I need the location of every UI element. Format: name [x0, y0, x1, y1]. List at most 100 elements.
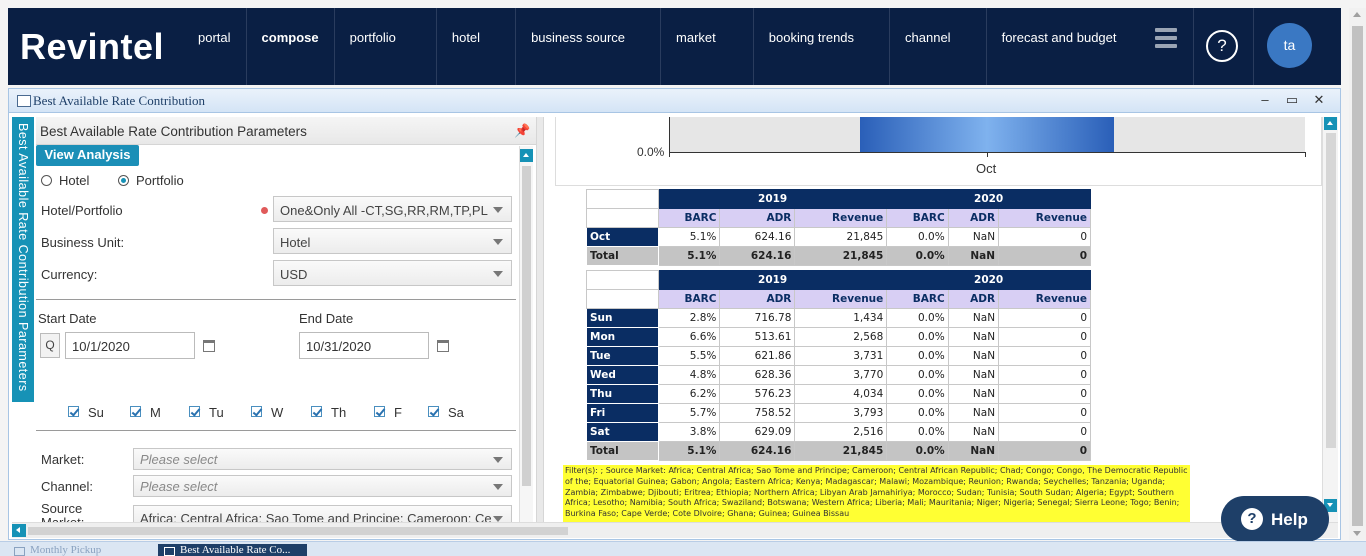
checkbox-tuesday[interactable]: Tu: [189, 405, 224, 420]
nav-hotel[interactable]: hotel: [437, 8, 517, 85]
table-cell: 5.1%: [657, 441, 721, 461]
table-cell: 624.16: [719, 441, 796, 461]
nav-market[interactable]: market: [661, 8, 754, 85]
table-cell: 0: [998, 308, 1091, 328]
currency-select[interactable]: USD: [273, 260, 512, 286]
column-header: ADR: [719, 208, 796, 228]
task-monthly-pickup[interactable]: Monthly Pickup: [8, 544, 148, 556]
calendar-icon[interactable]: [437, 340, 449, 352]
panel-splitter[interactable]: [536, 117, 544, 522]
help-button[interactable]: ? Help: [1221, 496, 1329, 542]
chart-y-tick-label: 0.0%: [637, 145, 665, 159]
logo[interactable]: Revintel: [20, 26, 164, 68]
market-placeholder: Please select: [140, 452, 218, 467]
column-header: BARC: [657, 208, 721, 228]
checkbox-checked-icon[interactable]: [251, 406, 262, 417]
table-cell: 0: [998, 441, 1091, 461]
page-scrollbar[interactable]: [1349, 8, 1366, 540]
help-question-icon: ?: [1241, 508, 1263, 530]
table-cell: 0.0%: [886, 227, 949, 247]
nav-portfolio[interactable]: portfolio: [335, 8, 437, 85]
table-cell: 1,434: [794, 308, 888, 328]
user-avatar[interactable]: ta: [1267, 23, 1312, 68]
checkbox-friday[interactable]: F: [374, 405, 402, 420]
checkbox-thursday[interactable]: Th: [311, 405, 346, 420]
radio-dot[interactable]: [118, 175, 129, 186]
table-column-row: BARC ADR Revenue BARC ADR Revenue: [586, 289, 1091, 309]
params-vertical-tab[interactable]: Best Available Rate Contribution Paramet…: [12, 117, 34, 402]
radio-dot[interactable]: [41, 175, 52, 186]
table-cell: 21,845: [794, 246, 888, 266]
checkbox-saturday[interactable]: Sa: [428, 405, 464, 420]
checkbox-wednesday[interactable]: W: [251, 405, 283, 420]
checkbox-checked-icon[interactable]: [374, 406, 385, 417]
quarter-button[interactable]: Q: [40, 333, 60, 358]
checkbox-checked-icon[interactable]: [311, 406, 322, 417]
nav-business-source[interactable]: business source: [516, 8, 662, 85]
business-unit-select[interactable]: Hotel: [273, 228, 512, 254]
window-report-icon: [164, 547, 175, 556]
column-header: BARC: [886, 289, 949, 309]
checkbox-checked-icon[interactable]: [130, 406, 141, 417]
checkbox-checked-icon[interactable]: [428, 406, 439, 417]
nav-portal[interactable]: portal: [183, 8, 247, 85]
pin-icon[interactable]: 📌: [514, 123, 530, 139]
nav-booking-trends[interactable]: booking trends: [754, 8, 891, 85]
horizontal-scrollbar[interactable]: [12, 522, 1338, 538]
params-scrollbar[interactable]: [519, 146, 533, 522]
window-titlebar[interactable]: Best Available Rate Contribution – ▭ ✕: [9, 89, 1340, 113]
content-scrollbar[interactable]: [1322, 117, 1338, 522]
table-row: Fri 5.7% 758.52 3,793 0.0% NaN 0: [586, 403, 1091, 423]
checkbox-sunday[interactable]: Su: [68, 405, 104, 420]
task-label: Monthly Pickup: [30, 544, 102, 556]
checkbox-monday[interactable]: M: [130, 405, 161, 420]
nav-forecast-and-budget[interactable]: forecast and budget: [987, 8, 1132, 85]
close-icon[interactable]: ✕: [1311, 92, 1327, 108]
scroll-up-arrow-icon[interactable]: [1353, 12, 1361, 17]
table-corner-cell: [586, 289, 659, 309]
table-cell: 0: [998, 384, 1091, 404]
window-report-icon: [17, 95, 31, 107]
table-cell: 4.8%: [657, 365, 721, 385]
scroll-thumb[interactable]: [522, 166, 531, 486]
table-cell: 3,793: [794, 403, 888, 423]
hotel-portfolio-select[interactable]: One&Only All -CT,SG,RR,RM,TP,PL: [273, 196, 512, 222]
scroll-left-arrow-icon[interactable]: [12, 524, 26, 537]
taskbar: Monthly Pickup Best Available Rate Co...: [0, 541, 1366, 556]
end-date-label: End Date: [299, 311, 354, 326]
scroll-thumb[interactable]: [1326, 133, 1336, 448]
minimize-icon[interactable]: –: [1257, 92, 1273, 107]
calendar-icon[interactable]: [203, 340, 215, 352]
scroll-thumb[interactable]: [28, 527, 568, 535]
checkbox-wednesday-label: W: [271, 405, 284, 420]
column-header: BARC: [886, 208, 949, 228]
scroll-up-arrow-icon[interactable]: [1324, 117, 1337, 130]
start-date-input[interactable]: 10/1/2020: [65, 332, 195, 359]
end-date-input[interactable]: 10/31/2020: [299, 332, 429, 359]
row-label: Sat: [586, 422, 659, 442]
nav-channel[interactable]: channel: [890, 8, 987, 85]
scroll-thumb[interactable]: [1352, 26, 1363, 526]
column-header: BARC: [657, 289, 721, 309]
table-cell: 0: [998, 365, 1091, 385]
chevron-down-icon: [493, 457, 503, 463]
scroll-up-arrow-icon[interactable]: [520, 149, 533, 162]
table-row: Sat 3.8% 629.09 2,516 0.0% NaN 0: [586, 422, 1091, 442]
table-cell: 0.0%: [886, 346, 949, 366]
market-select[interactable]: Please select: [133, 448, 512, 470]
checkbox-checked-icon[interactable]: [189, 406, 200, 417]
radio-hotel[interactable]: Hotel: [41, 173, 89, 188]
chevron-down-icon: [493, 207, 503, 213]
channel-select[interactable]: Please select: [133, 475, 512, 497]
chart-tick: [669, 152, 670, 157]
task-best-available-rate[interactable]: Best Available Rate Co...: [158, 544, 307, 556]
scroll-down-arrow-icon[interactable]: [1353, 531, 1361, 536]
radio-portfolio[interactable]: Portfolio: [118, 173, 184, 188]
nav-compose[interactable]: compose: [247, 8, 335, 85]
maximize-icon[interactable]: ▭: [1284, 92, 1300, 108]
chevron-down-icon: [493, 239, 503, 245]
checkbox-checked-icon[interactable]: [68, 406, 79, 417]
hamburger-menu-icon[interactable]: [1155, 28, 1177, 52]
view-analysis-button[interactable]: View Analysis: [36, 145, 139, 166]
help-question-icon[interactable]: ?: [1206, 30, 1238, 62]
